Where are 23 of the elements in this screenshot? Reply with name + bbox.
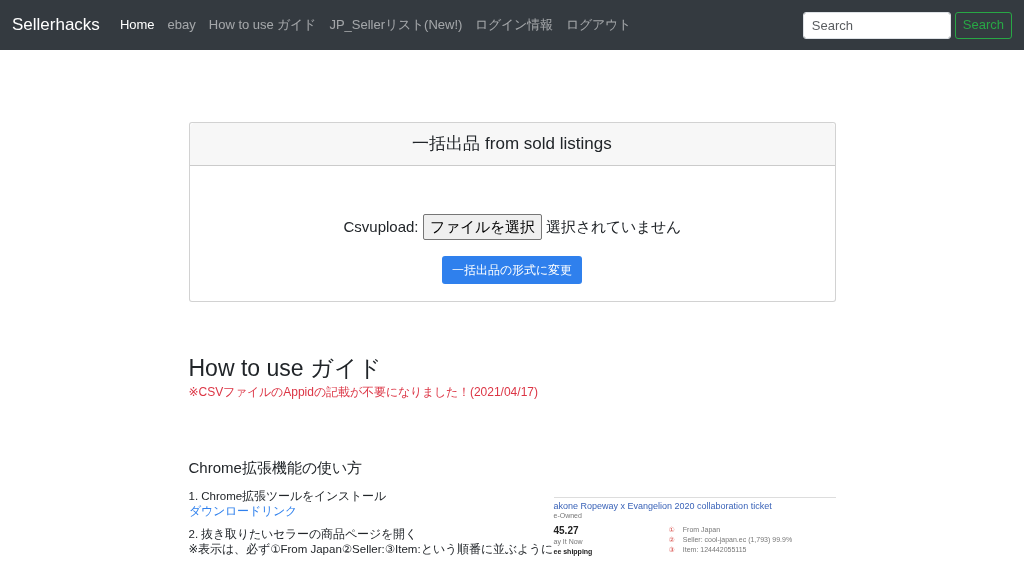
field-label: Csvupload:: [343, 216, 419, 237]
section-title: Chrome拡張機能の使い方: [188, 458, 363, 477]
guide-title: How to use ガイド: [188, 355, 383, 381]
nav-link[interactable]: ebay: [167, 15, 196, 35]
nav-link[interactable]: ログイン情報: [475, 15, 554, 35]
search-field[interactable]: Search: [802, 11, 951, 39]
nav-link[interactable]: JP_Sellerリスト(New!): [329, 15, 463, 35]
nav-link[interactable]: How to use ガイド: [208, 15, 317, 35]
note-text: ※表示は、必ず①From Japan②Seller:③Item:という順番に並ぶように: [188, 541, 553, 557]
submit-button[interactable]: 一括出品の形式に変更: [442, 256, 582, 284]
notice-text: ※CSVファイルのAppidの記載が不要になりました！(2021/04/17): [188, 383, 539, 401]
step-text: 1. Chrome拡張ツールをインストール: [188, 488, 388, 504]
file-button[interactable]: ファイルを選択: [422, 213, 542, 240]
nav-link[interactable]: Home: [119, 15, 155, 35]
search-button[interactable]: Search: [954, 11, 1012, 39]
nav-link[interactable]: ログアウト: [566, 15, 632, 35]
step-text: 2. 抜き取りたいセラーの商品ページを開く: [188, 526, 419, 542]
card-title: 一括出品 from sold listings: [189, 123, 835, 166]
brand-link[interactable]: Sellerhacks: [12, 12, 100, 38]
download-link[interactable]: ダウンロードリンク: [188, 504, 297, 517]
listing-title: akone Ropeway x Evangelion 2020 collaboration ticket: [553, 500, 773, 511]
file-status: 選択されていません: [545, 216, 681, 237]
price-text: 45.27: [553, 524, 580, 537]
